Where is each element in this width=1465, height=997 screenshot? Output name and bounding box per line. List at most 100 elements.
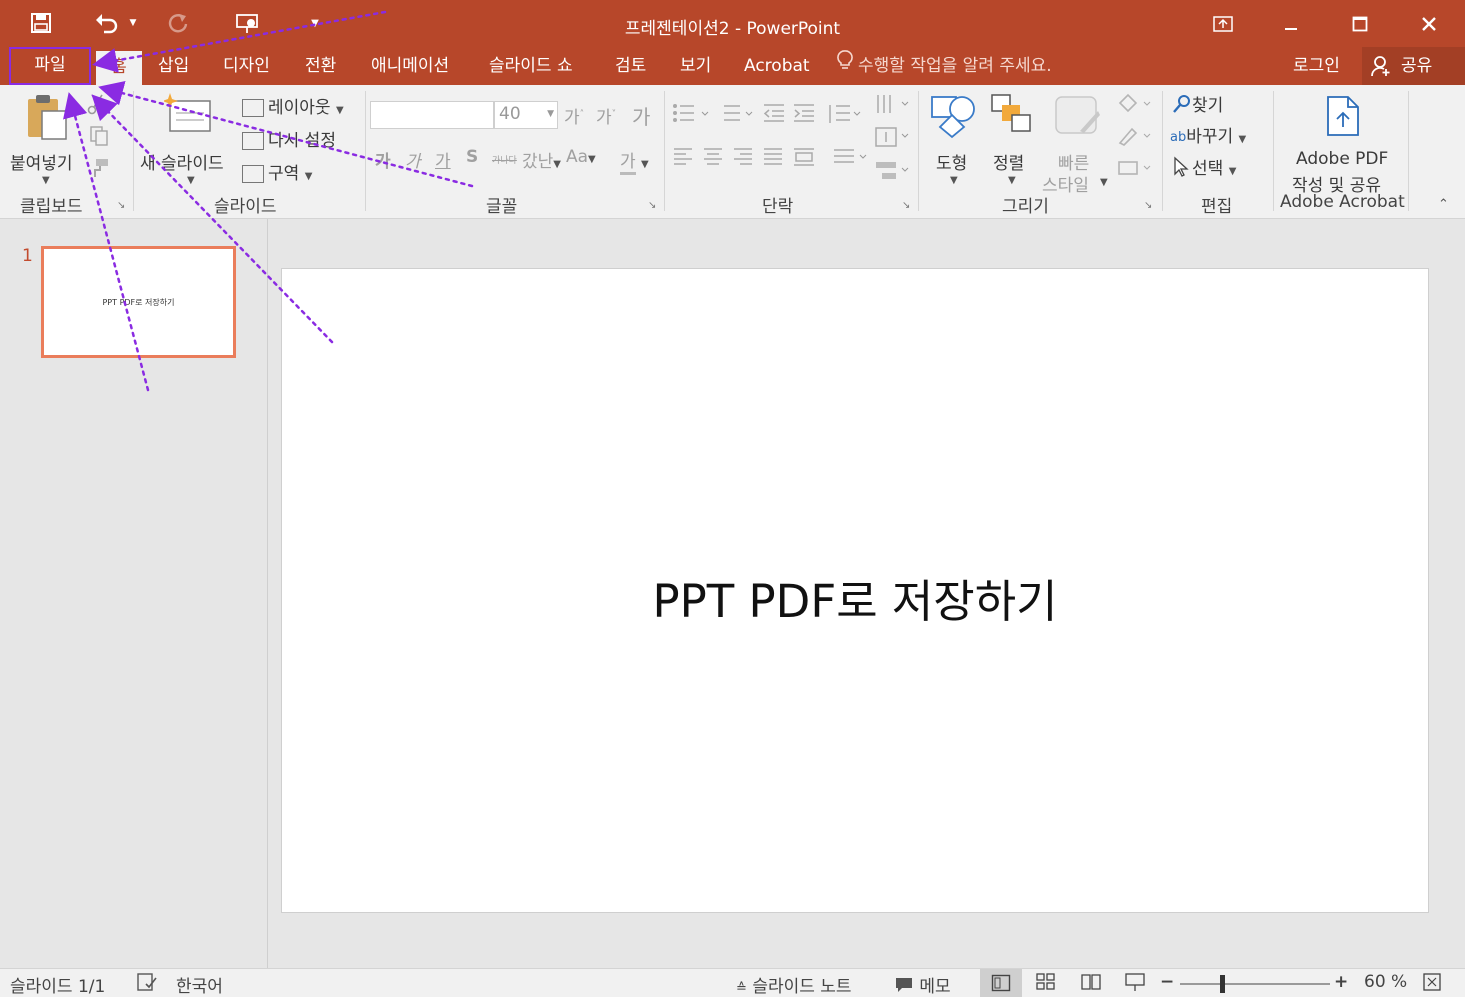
paste-button[interactable]: 붙여넣기 ▼ bbox=[10, 91, 82, 187]
line-spacing-icon[interactable] bbox=[826, 103, 862, 130]
group-label-editing: 편집 bbox=[1201, 197, 1233, 217]
numbering-icon[interactable] bbox=[716, 103, 756, 128]
char-spacing-label: 갔난 bbox=[522, 152, 554, 172]
notes-button[interactable]: ≙ 슬라이드 노트 bbox=[736, 972, 852, 997]
font-size-dropdown-icon: ▼ bbox=[547, 109, 554, 119]
tab-animations[interactable]: 애니메이션 bbox=[371, 47, 449, 85]
drawing-launcher-icon[interactable]: ↘ bbox=[1144, 200, 1152, 211]
decrease-indent-icon[interactable] bbox=[762, 103, 786, 128]
tell-me-box[interactable]: 수행할 작업을 알려 주세요. bbox=[836, 47, 1052, 85]
align-right-icon[interactable] bbox=[732, 147, 754, 172]
restore-ribbon-icon[interactable] bbox=[1200, 0, 1246, 47]
comment-icon bbox=[894, 976, 914, 997]
shadow-button[interactable]: S bbox=[466, 147, 478, 167]
maximize-icon[interactable] bbox=[1337, 0, 1383, 47]
tab-home[interactable]: 홈 bbox=[96, 51, 142, 85]
align-text-icon[interactable] bbox=[874, 125, 910, 154]
minimize-icon[interactable] bbox=[1268, 0, 1314, 47]
comments-button[interactable]: 메모 bbox=[894, 972, 951, 997]
font-name-field[interactable] bbox=[370, 101, 494, 129]
shape-fill-icon[interactable] bbox=[1116, 93, 1156, 120]
align-center-icon[interactable] bbox=[702, 147, 724, 172]
align-left-icon[interactable] bbox=[672, 147, 694, 172]
format-painter-icon[interactable] bbox=[88, 157, 110, 184]
group-label-paragraph: 단락 bbox=[762, 197, 794, 217]
new-slide-button[interactable]: 새 슬라이드 ▼ bbox=[140, 91, 238, 187]
slide-sorter-icon[interactable] bbox=[1036, 972, 1056, 997]
group-label-slides: 슬라이드 bbox=[214, 197, 277, 217]
shapes-label: 도형 bbox=[936, 154, 968, 174]
strikethrough-button[interactable]: 가나다 bbox=[492, 153, 517, 166]
tab-design[interactable]: 디자인 bbox=[223, 47, 270, 85]
spell-check-icon[interactable] bbox=[136, 972, 158, 997]
select-button[interactable]: 선택 ▼ bbox=[1172, 154, 1236, 183]
normal-view-icon[interactable] bbox=[980, 969, 1022, 997]
smartart-icon[interactable] bbox=[874, 159, 910, 188]
replace-button[interactable]: ab바꾸기 ▼ bbox=[1170, 122, 1246, 147]
zoom-level[interactable]: 60 % bbox=[1364, 972, 1407, 992]
reading-view-icon[interactable] bbox=[1080, 972, 1102, 997]
increase-indent-icon[interactable] bbox=[792, 103, 816, 128]
close-icon[interactable] bbox=[1406, 0, 1452, 47]
slide-thumbnail[interactable]: PPT PDF로 저장하기 bbox=[41, 246, 236, 358]
bold-button[interactable]: 가 bbox=[375, 147, 391, 172]
slideshow-view-icon[interactable] bbox=[1124, 972, 1146, 997]
reset-button[interactable]: 다시 설정 bbox=[242, 126, 336, 151]
italic-button[interactable]: 가 bbox=[405, 147, 421, 172]
copy-icon[interactable] bbox=[88, 125, 110, 152]
justify-icon[interactable] bbox=[762, 147, 784, 172]
quick-styles-dropdown-icon: ▼ bbox=[1100, 177, 1108, 188]
slide[interactable]: PPT PDF로 저장하기 bbox=[281, 268, 1429, 913]
notes-icon: ≙ bbox=[736, 981, 747, 996]
arrange-button[interactable]: 정렬 ▼ bbox=[988, 91, 1036, 187]
adobe-pdf-icon bbox=[1324, 93, 1364, 144]
section-button[interactable]: 구역 ▼ bbox=[242, 159, 312, 184]
distributed-icon[interactable] bbox=[792, 147, 816, 172]
tab-slideshow[interactable]: 슬라이드 쇼 bbox=[489, 47, 573, 85]
create-share-pdf-button[interactable]: Adobe PDF 작성 및 공유 bbox=[1284, 91, 1402, 196]
columns-icon[interactable] bbox=[832, 147, 868, 172]
paragraph-launcher-icon[interactable]: ↘ bbox=[902, 200, 910, 211]
slide-title[interactable]: PPT PDF로 저장하기 bbox=[282, 565, 1428, 630]
zoom-slider[interactable] bbox=[1180, 975, 1330, 993]
zoom-in-icon[interactable]: + bbox=[1334, 972, 1348, 992]
clipboard-launcher-icon[interactable]: ↘ bbox=[117, 200, 125, 211]
zoom-slider-thumb[interactable] bbox=[1220, 975, 1225, 993]
shape-effects-icon[interactable] bbox=[1116, 157, 1156, 184]
bullets-icon[interactable] bbox=[672, 103, 712, 128]
cut-icon[interactable] bbox=[86, 93, 108, 120]
tab-view[interactable]: 보기 bbox=[680, 47, 711, 85]
char-spacing-button[interactable]: 갔난▼ bbox=[522, 147, 561, 172]
grow-font-label: 가 bbox=[564, 108, 580, 128]
shapes-dropdown-icon: ▼ bbox=[950, 175, 958, 186]
tab-transitions[interactable]: 전환 bbox=[305, 47, 336, 85]
collapse-ribbon-icon[interactable]: ⌃ bbox=[1438, 197, 1449, 212]
language-indicator[interactable]: 한국어 bbox=[176, 972, 223, 997]
change-case-button[interactable]: Aa▼ bbox=[566, 147, 596, 167]
font-color-button[interactable]: 가 ▼ bbox=[620, 147, 649, 175]
clear-format-icon[interactable]: 가 bbox=[632, 101, 650, 130]
tab-review[interactable]: 검토 bbox=[615, 47, 646, 85]
layout-button[interactable]: 레이아웃 ▼ bbox=[242, 93, 344, 118]
group-separator bbox=[1408, 91, 1409, 211]
shape-outline-icon[interactable] bbox=[1116, 125, 1156, 152]
underline-button[interactable]: 가 bbox=[435, 147, 451, 172]
font-launcher-icon[interactable]: ↘ bbox=[648, 200, 656, 211]
shapes-button[interactable]: 도형 ▼ bbox=[928, 91, 980, 187]
zoom-out-icon[interactable]: − bbox=[1160, 972, 1174, 992]
find-button[interactable]: 찾기 bbox=[1172, 91, 1223, 119]
replace-label: 바꾸기 bbox=[1186, 127, 1234, 147]
text-direction-icon[interactable] bbox=[874, 93, 910, 122]
sign-in-link[interactable]: 로그인 bbox=[1293, 47, 1340, 85]
title-bar: ▼ ▼ 프레젠테이션2 - PowerPoint bbox=[0, 0, 1465, 47]
fit-to-window-icon[interactable] bbox=[1422, 972, 1442, 997]
quick-styles-button[interactable]: 빠른 스타일 ▼ bbox=[1042, 91, 1110, 196]
tab-file[interactable]: 파일 bbox=[9, 47, 91, 85]
font-size-field[interactable]: 40 ▼ bbox=[494, 101, 558, 129]
slide-count: 슬라이드 1/1 bbox=[10, 977, 106, 997]
shrink-font-button[interactable]: 가˅ bbox=[596, 103, 616, 128]
tab-insert[interactable]: 삽입 bbox=[158, 47, 189, 85]
grow-font-button[interactable]: 가˄ bbox=[564, 103, 584, 128]
share-button[interactable]: 공유 bbox=[1362, 47, 1465, 85]
tab-acrobat[interactable]: Acrobat bbox=[744, 47, 810, 85]
